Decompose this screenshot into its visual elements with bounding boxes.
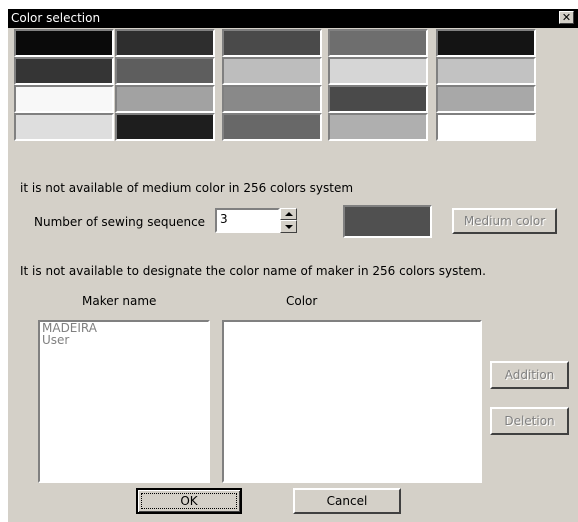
- color-swatch[interactable]: [436, 113, 536, 141]
- color-swatch[interactable]: [328, 57, 428, 85]
- medium-color-preview: [343, 205, 432, 238]
- close-icon[interactable]: ✕: [559, 11, 574, 24]
- ok-button[interactable]: OK: [136, 488, 242, 514]
- color-swatch[interactable]: [115, 113, 215, 141]
- color-swatch[interactable]: [222, 85, 322, 113]
- deletion-button[interactable]: Deletion: [490, 407, 569, 435]
- sewing-sequence-input[interactable]: 3: [215, 208, 280, 233]
- title-bar[interactable]: Color selection ✕: [8, 9, 578, 28]
- color-swatch[interactable]: [14, 113, 114, 141]
- sewing-sequence-spinner[interactable]: [280, 208, 297, 233]
- maker-name-note: It is not available to designate the col…: [20, 264, 486, 278]
- maker-name-list[interactable]: MADEIRA User: [38, 320, 210, 483]
- maker-name-header: Maker name: [82, 294, 157, 308]
- focus-rectangle: [141, 493, 237, 509]
- color-swatch[interactable]: [222, 113, 322, 141]
- color-header: Color: [286, 294, 318, 308]
- color-swatch[interactable]: [115, 85, 215, 113]
- color-selection-dialog: Color selection ✕ it is not available of…: [8, 9, 578, 522]
- addition-button[interactable]: Addition: [490, 361, 569, 389]
- color-swatch[interactable]: [436, 57, 536, 85]
- color-swatch[interactable]: [115, 57, 215, 85]
- medium-color-button[interactable]: Medium color: [452, 208, 557, 234]
- color-swatch[interactable]: [14, 57, 114, 85]
- spin-up-button[interactable]: [280, 208, 297, 220]
- color-swatch[interactable]: [436, 85, 536, 113]
- spin-down-button[interactable]: [280, 220, 297, 233]
- color-swatch[interactable]: [436, 29, 536, 57]
- color-swatch[interactable]: [222, 29, 322, 57]
- color-swatch[interactable]: [14, 85, 114, 113]
- medium-color-note: it is not available of medium color in 2…: [20, 181, 354, 195]
- arrow-up-icon: [285, 212, 293, 216]
- color-swatch[interactable]: [328, 29, 428, 57]
- color-swatch[interactable]: [328, 85, 428, 113]
- arrow-down-icon: [285, 225, 293, 229]
- color-swatch[interactable]: [115, 29, 215, 57]
- color-swatch[interactable]: [14, 29, 114, 57]
- color-swatch[interactable]: [328, 113, 428, 141]
- dialog-title: Color selection: [11, 11, 101, 25]
- sewing-sequence-label: Number of sewing sequence: [34, 215, 206, 229]
- cancel-button[interactable]: Cancel: [293, 488, 401, 514]
- color-list[interactable]: [222, 320, 482, 483]
- list-item[interactable]: User: [40, 334, 208, 346]
- color-swatch[interactable]: [222, 57, 322, 85]
